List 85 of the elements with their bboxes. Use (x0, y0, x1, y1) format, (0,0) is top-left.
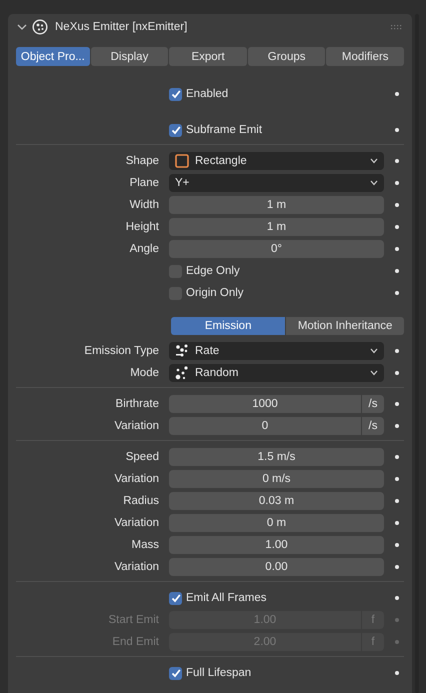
number-field[interactable]: 1 m (169, 196, 384, 214)
field-label: Variation (113, 473, 159, 485)
tab[interactable]: Export (169, 47, 247, 66)
keyframe-dot[interactable] (395, 247, 399, 251)
keyframe-dot[interactable] (395, 371, 399, 375)
checkbox[interactable] (169, 124, 182, 136)
square-icon (175, 154, 189, 168)
tab[interactable]: Object Pro... (16, 47, 90, 66)
checkbox-label: Origin Only (186, 287, 244, 299)
keyframe-dot[interactable] (395, 159, 399, 163)
field-label: Shape (124, 155, 159, 167)
keyframe-dot[interactable] (395, 565, 399, 569)
number-field[interactable]: 1000 (169, 395, 361, 413)
number-field[interactable]: 0 (169, 417, 361, 435)
keyframe-dot[interactable] (395, 269, 399, 273)
field-label: Mode (129, 367, 159, 379)
dropdown[interactable]: Random (169, 364, 384, 382)
dropdown[interactable]: Rectangle (169, 152, 384, 170)
chevron-icon[interactable] (17, 22, 27, 32)
field-label: End Emit (111, 636, 159, 648)
field-label: Birthrate (114, 398, 159, 410)
field-label: Variation (113, 561, 159, 573)
keyframe-dot[interactable] (395, 640, 399, 644)
field-label: Plane (128, 177, 159, 189)
unit-label: /s (362, 417, 384, 435)
checkbox-label: Full Lifespan (186, 667, 252, 679)
keyframe-dot[interactable] (395, 402, 399, 406)
number-field[interactable]: 1.5 m/s (169, 448, 384, 466)
number-field[interactable]: 1 m (169, 218, 384, 236)
keyframe-dot[interactable] (395, 92, 399, 96)
checkbox-label: Emit All Frames (186, 592, 267, 604)
number-field[interactable]: 0° (169, 240, 384, 258)
keyframe-dot[interactable] (395, 477, 399, 481)
tab[interactable]: Groups (248, 47, 326, 66)
field-label: Variation (113, 517, 159, 529)
keyframe-dot[interactable] (395, 596, 399, 600)
field-label: Start Emit (108, 614, 159, 626)
checkbox[interactable] (169, 666, 182, 680)
keyframe-dot[interactable] (395, 291, 399, 295)
keyframe-dot[interactable] (395, 618, 399, 622)
chevron-icon (370, 158, 378, 164)
checkbox-label: Subframe Emit (186, 124, 262, 136)
chevron-icon (370, 180, 378, 186)
field-label: Height (124, 221, 159, 233)
dropdown[interactable]: Rate (169, 342, 384, 360)
number-field[interactable]: 1.00 (169, 536, 384, 554)
checkbox[interactable] (169, 88, 182, 100)
number-field[interactable]: 0 m (169, 514, 384, 532)
chevron-icon (370, 348, 378, 354)
particles-icon (175, 344, 189, 358)
keyframe-dot[interactable] (395, 225, 399, 229)
keyframe-dot[interactable] (395, 424, 399, 428)
keyframe-dot[interactable] (395, 521, 399, 525)
number-field[interactable]: 0.03 m (169, 492, 384, 510)
keyframe-dot[interactable] (395, 203, 399, 207)
drag-handle-icon[interactable] (391, 24, 402, 30)
field-label: Width (128, 199, 159, 211)
particles-icon (175, 366, 189, 380)
field-label: Radius (122, 495, 159, 507)
keyframe-dot[interactable] (395, 543, 399, 547)
tab[interactable]: Motion Inheritance (286, 317, 404, 335)
panel-title: NeXus Emitter [nxEmitter] (55, 21, 188, 33)
tab[interactable]: Modifiers (326, 47, 404, 66)
number-field[interactable]: 0.00 (169, 558, 384, 576)
checkbox-label: Edge Only (186, 265, 240, 277)
unit-label: /s (362, 395, 384, 413)
field-label: Variation (113, 420, 159, 432)
checkbox[interactable] (169, 592, 182, 604)
chevron-icon (370, 370, 378, 376)
field-label: Speed (124, 451, 159, 463)
keyframe-dot[interactable] (395, 349, 399, 353)
checkbox-label: Enabled (186, 88, 228, 100)
emitter-icon (32, 19, 48, 35)
tab[interactable]: Emission (171, 317, 286, 335)
number-field[interactable]: 0 m/s (169, 470, 384, 488)
keyframe-dot[interactable] (395, 181, 399, 185)
field-label: Emission Type (83, 345, 159, 357)
keyframe-dot[interactable] (395, 128, 399, 132)
keyframe-dot[interactable] (395, 455, 399, 459)
dropdown[interactable]: Y+ (169, 174, 384, 192)
tab[interactable]: Display (90, 47, 168, 66)
keyframe-dot[interactable] (395, 499, 399, 503)
field-label: Angle (128, 243, 159, 255)
field-label: Mass (130, 539, 159, 551)
keyframe-dot[interactable] (395, 671, 399, 675)
